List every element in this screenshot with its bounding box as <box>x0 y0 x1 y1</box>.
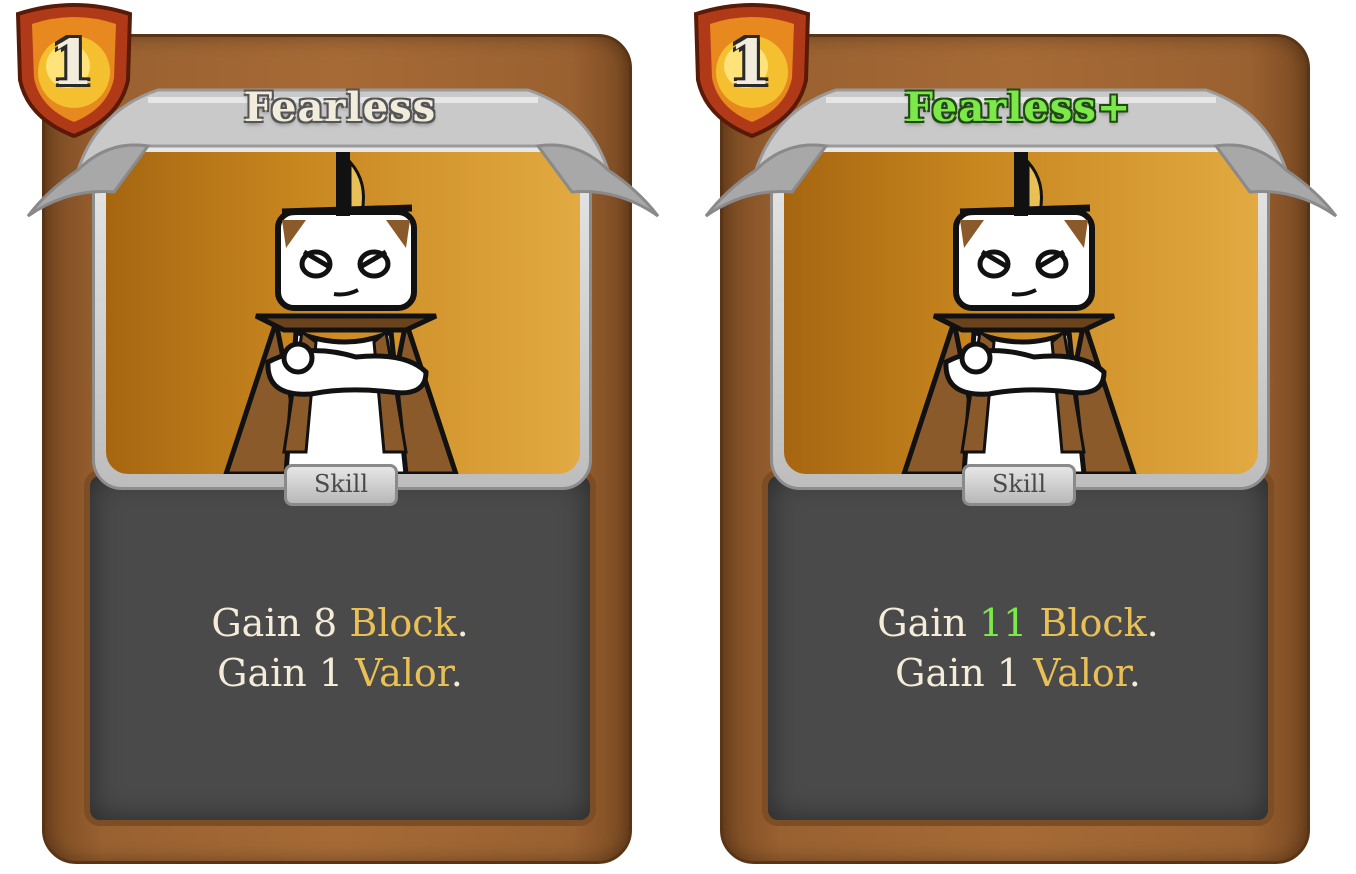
block-amount-upgraded: 11 <box>978 601 1028 645</box>
block-amount: 8 <box>313 601 338 645</box>
description-line-1: Gain 8 Block. <box>10 598 670 648</box>
keyword-block: Block <box>1039 601 1147 645</box>
desc-space <box>1027 601 1039 645</box>
desc-text: Gain 1 <box>895 651 1034 695</box>
keyword-block: Block <box>349 601 457 645</box>
card-fearless[interactable]: Fearless Skill 1 Gain 8 Block. Gain 1 Va… <box>10 0 670 874</box>
desc-punct: . <box>1146 601 1159 645</box>
desc-text: Gain <box>211 601 314 645</box>
card-description: Gain 11 Block. Gain 1 Valor. <box>688 598 1348 698</box>
description-line-2: Gain 1 Valor. <box>688 648 1348 698</box>
desc-punct: . <box>456 601 469 645</box>
description-line-2: Gain 1 Valor. <box>10 648 670 698</box>
card-description: Gain 8 Block. Gain 1 Valor. <box>10 598 670 698</box>
description-line-1: Gain 11 Block. <box>688 598 1348 648</box>
keyword-valor: Valor <box>355 651 451 695</box>
card-type-label: Skill <box>284 464 398 506</box>
desc-text: Gain 1 <box>217 651 356 695</box>
card-fearless-upgraded[interactable]: Fearless+ Skill 1 Gain 11 Block. Gain 1 … <box>688 0 1348 874</box>
desc-space <box>337 601 349 645</box>
energy-cost-value: 1 <box>50 26 94 99</box>
energy-cost-value: 1 <box>728 26 772 99</box>
keyword-valor: Valor <box>1033 651 1129 695</box>
desc-text: Gain <box>877 601 979 645</box>
desc-punct: . <box>450 651 463 695</box>
desc-punct: . <box>1128 651 1141 695</box>
card-type-label: Skill <box>962 464 1076 506</box>
